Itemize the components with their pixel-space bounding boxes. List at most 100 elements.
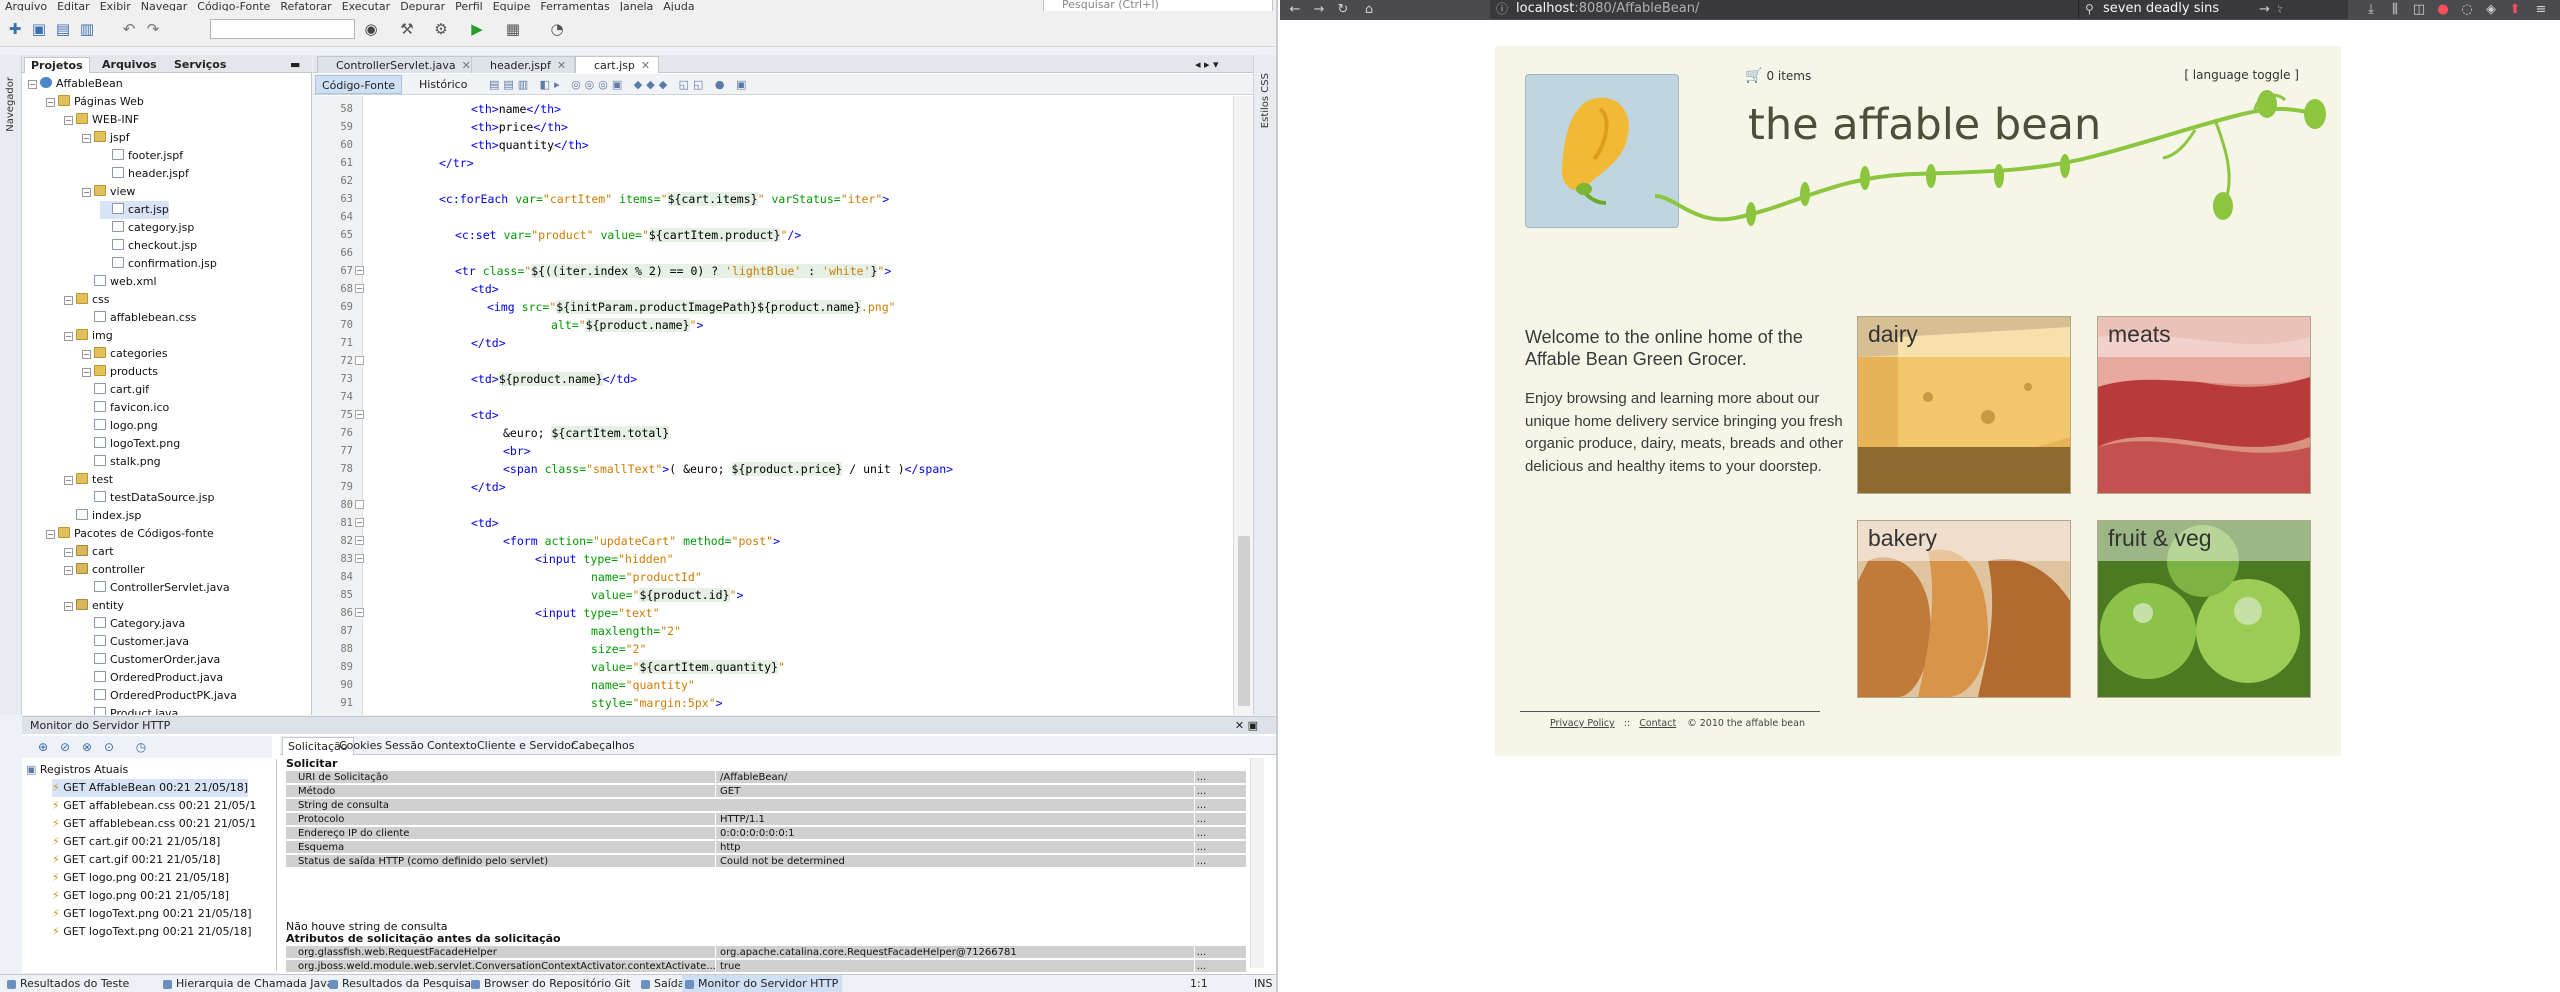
menu-item-4[interactable]: Código-Fonte	[192, 1, 275, 11]
expand-toggle-icon[interactable]: −	[64, 566, 73, 575]
tree-node[interactable]: − controller	[64, 561, 144, 579]
expand-toggle-icon[interactable]: −	[64, 548, 73, 557]
tab-cart-jsp[interactable]: cart.jsp ✕	[575, 56, 660, 73]
expand-toggle-icon[interactable]: −	[46, 530, 55, 539]
record-item[interactable]: ⚡ GET cart.gif 00:21 21/05/18]	[52, 851, 220, 869]
category-dairy[interactable]: dairy	[1857, 316, 2071, 494]
new-project-icon[interactable]: ▣	[28, 18, 50, 40]
menu-item-11[interactable]: Janela	[615, 1, 659, 11]
close-icon[interactable]: ✕	[557, 59, 566, 72]
fold-toggle-icon[interactable]: −	[355, 536, 364, 545]
tree-node[interactable]: checkout.jsp	[100, 237, 197, 255]
property-row[interactable]: org.jboss.weld.module.web.servlet.Conver…	[286, 960, 1246, 973]
tree-node[interactable]: logo.png	[82, 417, 158, 435]
menu-item-2[interactable]: Exibir	[95, 1, 136, 11]
tree-node[interactable]: confirmation.jsp	[100, 255, 217, 273]
extension3-icon[interactable]: ◈	[2480, 0, 2502, 20]
tree-node[interactable]: logoText.png	[82, 435, 180, 453]
close-icon[interactable]: ✕	[462, 59, 471, 72]
category-bakery[interactable]: bakery	[1857, 520, 2071, 698]
editor-scrollbar[interactable]	[1233, 96, 1253, 715]
expand-toggle-icon[interactable]: −	[64, 332, 73, 341]
property-row[interactable]: Status de saída HTTP (como definido pelo…	[286, 855, 1246, 868]
open-project-icon[interactable]: ▤	[52, 18, 74, 40]
property-row[interactable]: org.glassfish.web.RequestFacadeHelper org…	[286, 946, 1246, 959]
filter-icon[interactable]: ⊕	[34, 739, 52, 755]
expand-toggle-icon[interactable]: −	[28, 80, 37, 89]
tree-node[interactable]: − view	[82, 183, 135, 201]
menu-item-1[interactable]: Editar	[52, 1, 95, 11]
tab-services[interactable]: Serviços	[168, 57, 232, 73]
editor-actions-icons[interactable]: ▤▤▥ ◧▸ ◎◎◎▣ ◆◆◆ ◱◱ ● ▣	[483, 75, 756, 94]
menu-item-6[interactable]: Executar	[337, 1, 396, 11]
expand-toggle-icon[interactable]: −	[64, 296, 73, 305]
expand-toggle-icon[interactable]: −	[82, 188, 91, 197]
downloads-icon[interactable]: ⤓	[2360, 0, 2382, 20]
reload-icon[interactable]: ↻	[1332, 0, 1354, 20]
tree-node[interactable]: − products	[82, 363, 158, 381]
tree-node[interactable]: stalk.png	[82, 453, 161, 471]
menu-item-0[interactable]: Arquivo	[0, 1, 52, 11]
sidebar-icon[interactable]: ◫	[2408, 0, 2430, 20]
more-button[interactable]: ...	[1194, 813, 1208, 826]
property-row[interactable]: Esquema http...	[286, 841, 1246, 854]
tree-node[interactable]: CustomerOrder.java	[82, 651, 220, 669]
record-item[interactable]: ⚡ GET affablebean.css 00:21 21/05/1	[52, 815, 256, 833]
status-tab[interactable]: Resultados da Pesquisa	[326, 975, 475, 992]
menu-item-10[interactable]: Ferramentas	[535, 1, 614, 11]
tree-node[interactable]: affablebean.css	[82, 309, 196, 327]
category-meats[interactable]: meats	[2097, 316, 2311, 494]
more-button[interactable]: ...	[1194, 799, 1208, 812]
detail-tab[interactable]: Cabeçalhos	[566, 737, 639, 755]
record-item[interactable]: ⚡ GET logo.png 00:21 21/05/18]	[52, 887, 229, 905]
tab-files[interactable]: Arquivos	[96, 57, 163, 73]
record-item[interactable]: ⚡ GET AffableBean 00:21 21/05/18]	[52, 779, 248, 797]
tree-node[interactable]: ControllerServlet.java	[82, 579, 230, 597]
tree-node[interactable]: − AffableBean	[28, 75, 123, 93]
tree-node[interactable]: footer.jspf	[100, 147, 183, 165]
property-row[interactable]: URI de Solicitação/AffableBean/...	[286, 771, 1246, 784]
expand-toggle-icon[interactable]: −	[64, 602, 73, 611]
clean-build-icon[interactable]: ⚙	[430, 18, 452, 40]
property-row[interactable]: String de consulta...	[286, 799, 1246, 812]
back-icon[interactable]: ←	[1284, 0, 1306, 20]
sort-alpha-icon[interactable]: ⊗	[78, 739, 96, 755]
more-button[interactable]: ...	[1194, 827, 1208, 840]
tree-node[interactable]: − img	[64, 327, 113, 345]
expand-toggle-icon[interactable]: −	[64, 476, 73, 485]
tree-node[interactable]: Category.java	[82, 615, 185, 633]
config-select[interactable]	[210, 19, 355, 39]
cart-widget[interactable]: 🛒 0 items	[1745, 68, 1811, 84]
record-item[interactable]: ⚡ GET logoText.png 00:21 21/05/18]	[52, 923, 252, 941]
source-button[interactable]: Código-Fonte	[315, 75, 403, 94]
new-file-icon[interactable]: ✚	[4, 18, 26, 40]
fold-toggle-icon[interactable]: −	[355, 554, 364, 563]
record-item[interactable]: ⚡ GET logoText.png 00:21 21/05/18]	[52, 905, 252, 923]
expand-toggle-icon[interactable]: −	[82, 134, 91, 143]
sort-size-icon[interactable]: ⊙	[100, 739, 118, 755]
css-styles-tab[interactable]: Estilos CSS	[1260, 73, 1271, 128]
globe-icon[interactable]: ◉	[360, 18, 382, 40]
tree-node[interactable]: OrderedProduct.java	[82, 669, 223, 687]
menu-item-5[interactable]: Refatorar	[275, 1, 336, 11]
tree-node[interactable]: − Pacotes de Códigos-fonte	[46, 525, 214, 543]
more-button[interactable]: ...	[1194, 855, 1208, 868]
extension-icon[interactable]: ●	[2432, 0, 2454, 20]
tree-node[interactable]: − WEB-INF	[64, 111, 139, 129]
status-tab[interactable]: Resultados do Teste	[4, 975, 133, 992]
tree-node[interactable]: − categories	[82, 345, 168, 363]
run-icon[interactable]: ▶	[466, 18, 488, 40]
tree-node[interactable]: web.xml	[82, 273, 157, 291]
fold-toggle-icon[interactable]: −	[355, 266, 364, 275]
record-item[interactable]: ⚡ GET cart.gif 00:21 21/05/18]	[52, 833, 220, 851]
record-item[interactable]: ⚡ GET affablebean.css 00:21 21/05/1	[52, 797, 256, 815]
more-button[interactable]: ...	[1194, 960, 1208, 973]
timestamp-icon[interactable]: ◷	[132, 739, 150, 755]
fold-toggle-icon[interactable]	[355, 356, 364, 365]
debug-icon[interactable]: ▦	[502, 18, 524, 40]
tree-node[interactable]: testDataSource.jsp	[82, 489, 214, 507]
more-button[interactable]: ...	[1194, 946, 1208, 959]
extension2-icon[interactable]: ◌	[2456, 0, 2478, 20]
forward-icon[interactable]: →	[1308, 0, 1330, 20]
menu-item-9[interactable]: Equipe	[488, 1, 536, 11]
